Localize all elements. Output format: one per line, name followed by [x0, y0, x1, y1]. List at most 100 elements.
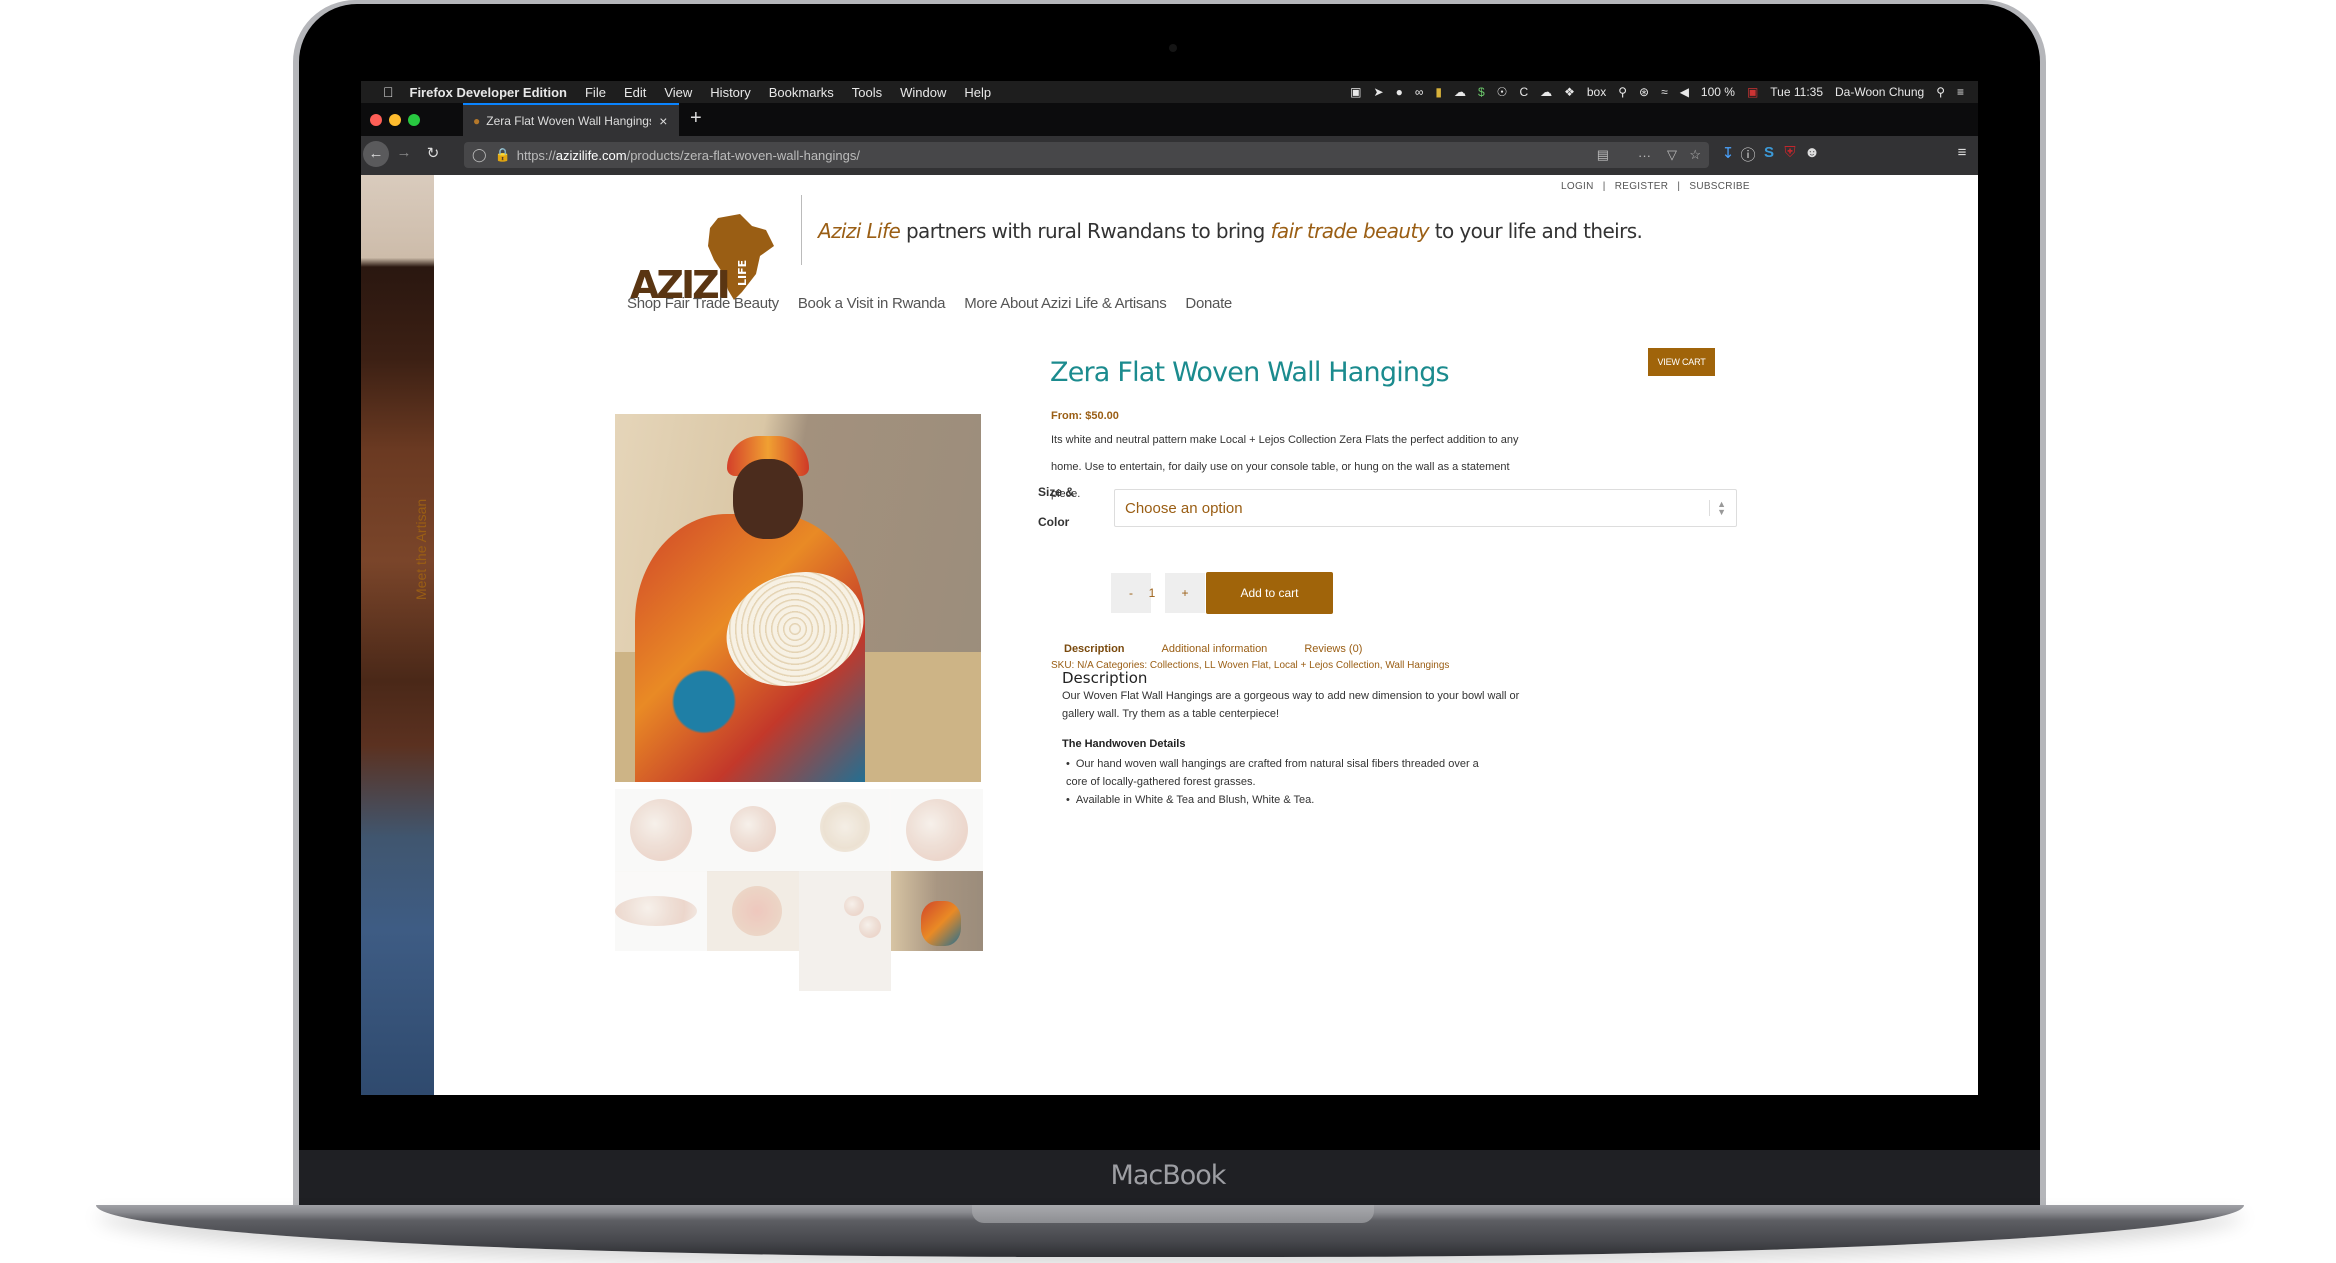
- gallery-thumbnail[interactable]: [615, 871, 707, 951]
- tagline-accent: fair trade beauty: [1270, 219, 1429, 243]
- product-tabs: Description Additional information Revie…: [1064, 643, 1399, 655]
- lock-icon[interactable]: 🔒: [495, 147, 511, 163]
- camera: [1169, 44, 1177, 52]
- menu-view[interactable]: View: [664, 85, 692, 100]
- box-icon[interactable]: box: [1587, 85, 1606, 99]
- bluetooth-icon[interactable]: ⊛: [1639, 85, 1649, 99]
- menu-tools[interactable]: Tools: [852, 85, 882, 100]
- azizi-life-logo[interactable]: AZIZI LIFE: [630, 212, 775, 304]
- register-link[interactable]: REGISTER: [1615, 181, 1669, 192]
- ublock-icon[interactable]: ⛨: [1779, 144, 1801, 161]
- maximize-window-button[interactable]: [408, 114, 420, 126]
- apple-icon[interactable]: : [383, 84, 394, 100]
- menu-history[interactable]: History: [710, 85, 750, 100]
- gallery-thumbnail[interactable]: [891, 871, 983, 951]
- profile-avatar-icon[interactable]: ☻: [1801, 144, 1823, 161]
- login-link[interactable]: LOGIN: [1561, 181, 1594, 192]
- telegram-icon[interactable]: ➤: [1374, 85, 1384, 99]
- extension-s-icon[interactable]: S: [1758, 144, 1780, 161]
- tagline-end: to your life and theirs.: [1429, 219, 1643, 243]
- bookmark-star-icon[interactable]: ☆: [1689, 147, 1701, 163]
- laptop-hinge-notch: [972, 1205, 1374, 1223]
- tab-description[interactable]: Description: [1064, 643, 1125, 655]
- tab-additional-information[interactable]: Additional information: [1162, 643, 1268, 655]
- dropbox-icon[interactable]: ❖: [1564, 85, 1575, 99]
- tracking-protection-icon[interactable]: ◯: [472, 147, 487, 163]
- menu-window[interactable]: Window: [900, 85, 946, 100]
- downloads-icon[interactable]: ↧: [1717, 144, 1739, 162]
- wifi-icon[interactable]: ≈: [1661, 85, 1668, 99]
- nav-book-visit[interactable]: Book a Visit in Rwanda: [798, 295, 946, 312]
- select-arrows-icon: ▲ ▼: [1709, 500, 1726, 517]
- creative-cloud-icon[interactable]: ∞: [1415, 85, 1424, 99]
- user-name[interactable]: Da-Woon Chung: [1835, 85, 1924, 99]
- tab-bar: ● Zera Flat Woven Wall Hangings × +: [361, 103, 1978, 136]
- minimize-window-button[interactable]: [389, 114, 401, 126]
- tab-reviews[interactable]: Reviews (0): [1304, 643, 1362, 655]
- 1password-icon[interactable]: ☉: [1497, 85, 1508, 99]
- view-cart-button[interactable]: VIEW CART: [1648, 348, 1715, 376]
- gallery-thumbnail[interactable]: [799, 789, 891, 872]
- clock[interactable]: Tue 11:35: [1770, 85, 1823, 99]
- hamburger-menu-icon[interactable]: ≡: [1951, 144, 1973, 161]
- extension-info-icon[interactable]: ⓘ: [1737, 144, 1759, 165]
- battery-status[interactable]: 100 %: [1701, 85, 1735, 99]
- url-bar[interactable]: ◯ 🔒 https://azizilife.com/products/zera-…: [464, 142, 1709, 168]
- dollar-icon[interactable]: $: [1478, 85, 1485, 99]
- gallery-thumbnail[interactable]: [615, 789, 707, 872]
- new-tab-button[interactable]: +: [690, 107, 702, 130]
- quantity-input[interactable]: 1: [1137, 573, 1167, 613]
- gallery-thumbnail[interactable]: [799, 871, 891, 991]
- nav-donate[interactable]: Donate: [1185, 295, 1232, 312]
- spotlight-icon[interactable]: ⚲: [1936, 85, 1945, 99]
- url-prefix: https://: [516, 147, 556, 163]
- chat-icon[interactable]: ●: [1396, 85, 1403, 99]
- app-menu[interactable]: Firefox Developer Edition: [410, 85, 567, 100]
- details-list: Our hand woven wall hangings are crafted…: [1066, 755, 1486, 809]
- main-nav: Shop Fair Trade Beauty Book a Visit in R…: [627, 295, 1251, 312]
- artisan-photo: [361, 175, 434, 1095]
- account-links: LOGIN | REGISTER | SUBSCRIBE: [1561, 181, 1750, 192]
- reload-button[interactable]: ↻: [422, 144, 444, 162]
- notification-center-icon[interactable]: ≡: [1957, 85, 1964, 99]
- close-window-button[interactable]: [370, 114, 382, 126]
- logo-subtext: LIFE: [736, 260, 749, 286]
- menu-edit[interactable]: Edit: [624, 85, 646, 100]
- forward-button[interactable]: →: [393, 144, 415, 161]
- header-divider: [801, 195, 802, 265]
- size-color-select[interactable]: Choose an option ▲ ▼: [1114, 489, 1737, 527]
- subscribe-link[interactable]: SUBSCRIBE: [1689, 181, 1750, 192]
- favicon-icon: ●: [473, 113, 481, 128]
- menu-help[interactable]: Help: [964, 85, 991, 100]
- flag-icon[interactable]: ▣: [1747, 85, 1758, 99]
- description-text: Our Woven Flat Wall Hangings are a gorge…: [1062, 690, 1520, 720]
- cloud-icon[interactable]: ☁: [1540, 85, 1552, 99]
- pocket-icon[interactable]: ▽: [1667, 147, 1677, 163]
- close-tab-icon[interactable]: ×: [659, 113, 667, 129]
- menu-file[interactable]: File: [585, 85, 606, 100]
- nav-shop[interactable]: Shop Fair Trade Beauty: [627, 295, 779, 312]
- page-actions-icon[interactable]: ···: [1638, 148, 1651, 163]
- tab-active[interactable]: ● Zera Flat Woven Wall Hangings ×: [463, 103, 679, 136]
- volume-icon[interactable]: ◀: [1680, 85, 1689, 99]
- meet-the-artisan-link[interactable]: Meet the Artisan: [413, 480, 433, 600]
- description-heading: Description: [1062, 669, 1148, 687]
- screen:  Firefox Developer Edition File Edit Vi…: [361, 81, 1978, 1095]
- add-to-cart-button[interactable]: Add to cart: [1206, 572, 1333, 614]
- tagline-brand: Azizi Life: [818, 219, 901, 243]
- quantity-increase-button[interactable]: +: [1165, 573, 1205, 613]
- product-main-image[interactable]: ⚲: [615, 414, 981, 782]
- c-icon[interactable]: C: [1519, 85, 1528, 99]
- reader-view-icon[interactable]: ▤: [1597, 147, 1609, 163]
- key-icon[interactable]: ⚲: [1618, 85, 1627, 99]
- gallery-thumbnail[interactable]: [891, 789, 983, 872]
- screen-icon[interactable]: ▣: [1350, 85, 1361, 99]
- nav-about[interactable]: More About Azizi Life & Artisans: [964, 295, 1166, 312]
- menu-bookmarks[interactable]: Bookmarks: [769, 85, 834, 100]
- select-value: Choose an option: [1125, 499, 1243, 517]
- upload-cloud-icon[interactable]: ☁: [1454, 85, 1466, 99]
- gallery-thumbnail[interactable]: [707, 789, 799, 872]
- back-button[interactable]: ←: [363, 141, 389, 167]
- shield-icon[interactable]: ▮: [1435, 85, 1442, 99]
- gallery-thumbnail[interactable]: [707, 871, 799, 951]
